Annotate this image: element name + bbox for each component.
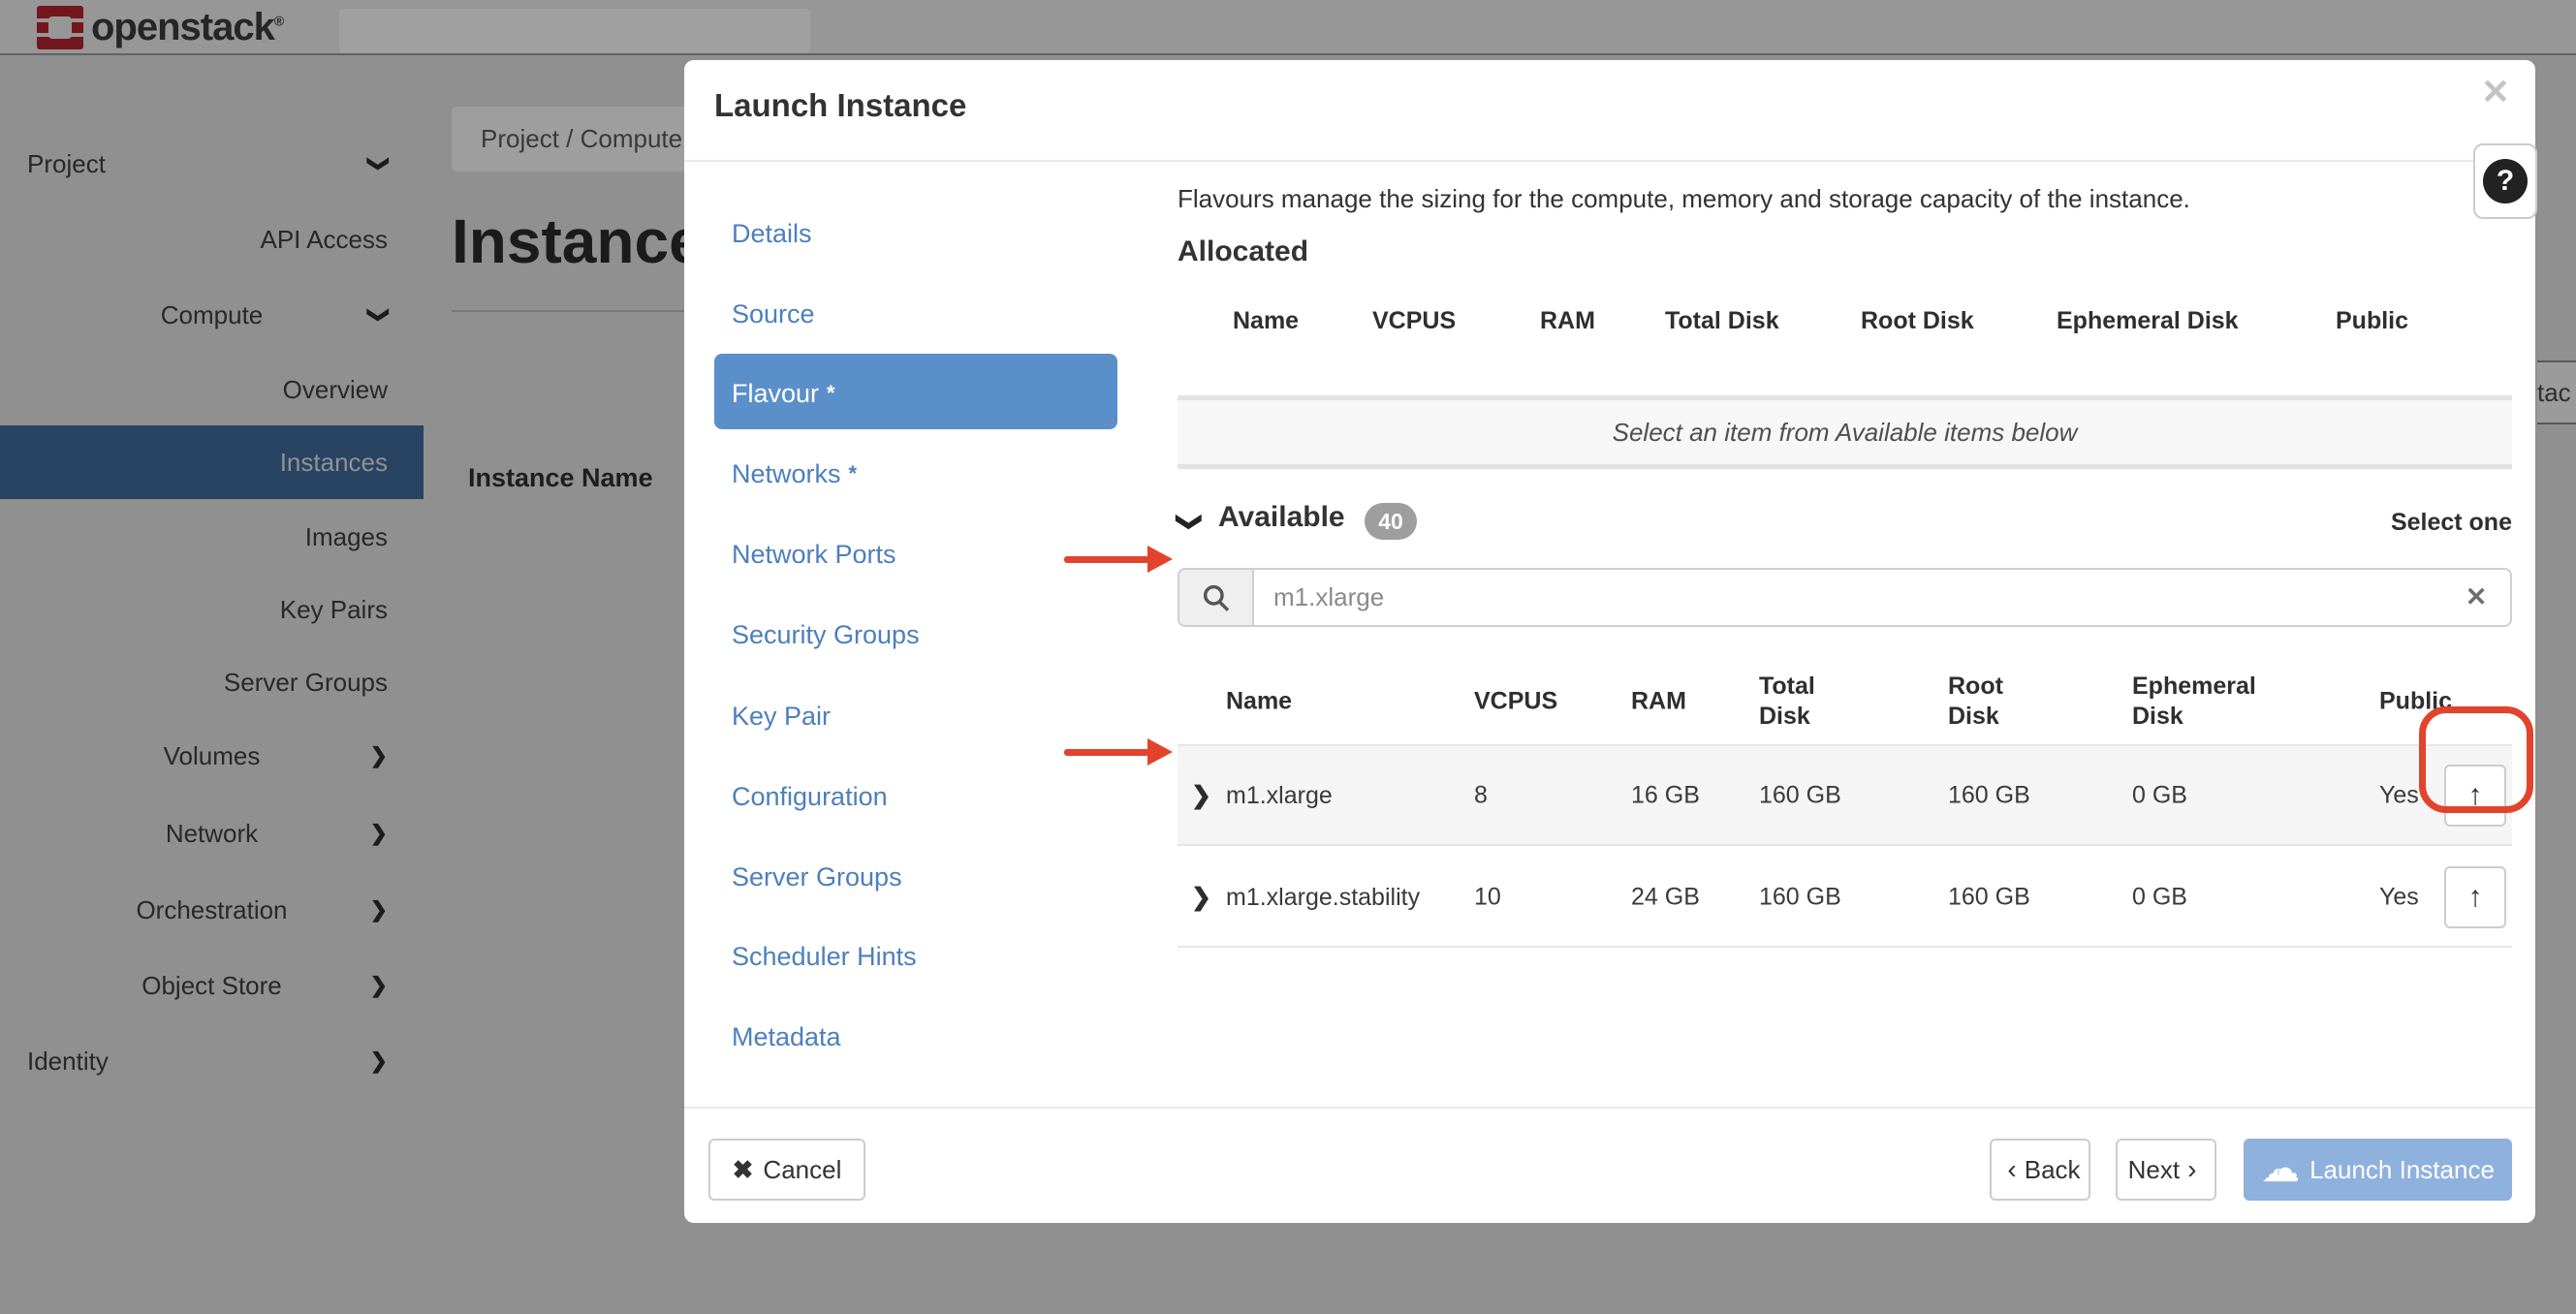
tab-scheduler-hints[interactable]: Scheduler Hints <box>732 935 917 978</box>
col-name: Name <box>1233 307 1299 335</box>
expand-row-icon[interactable]: ❯ <box>1191 883 1211 912</box>
search-icon <box>1201 582 1232 613</box>
col-ephemeral-disk: Ephemeral Disk <box>2132 672 2268 733</box>
modal-title: Launch Instance <box>714 87 966 124</box>
cloud-upload-icon: ☁ ↑ <box>2261 1150 2300 1189</box>
annotation-arrowhead-search <box>1147 546 1173 573</box>
flavour-total-disk: 160 GB <box>1759 883 1841 911</box>
flavour-public: Yes <box>2379 781 2419 809</box>
allocated-empty-message: Select an item from Available items belo… <box>1178 395 2512 469</box>
annotation-arrowhead-row <box>1147 738 1173 766</box>
search-button[interactable] <box>1179 570 1254 625</box>
flavour-ram: 24 GB <box>1631 883 1700 911</box>
tab-server-groups[interactable]: Server Groups <box>732 856 902 898</box>
tab-source[interactable]: Source <box>732 293 815 335</box>
launch-instance-button[interactable]: ☁ ↑ Launch Instance <box>2244 1139 2512 1201</box>
flavour-ram: 16 GB <box>1631 781 1700 809</box>
flavour-vcpus: 10 <box>1474 883 1501 911</box>
available-count-badge: 40 <box>1365 503 1417 540</box>
flavour-name: m1.xlarge <box>1226 777 1431 812</box>
cancel-button[interactable]: ✖ Cancel <box>708 1139 865 1201</box>
flavour-root-disk: 160 GB <box>1948 883 2030 911</box>
flavour-step-content: Flavours manage the sizing for the compu… <box>1178 160 2512 1107</box>
tab-security-groups[interactable]: Security Groups <box>732 613 920 656</box>
col-public: Public <box>2336 307 2408 335</box>
annotation-arrow-search <box>1064 556 1149 563</box>
table-row[interactable]: ❯ m1.xlarge.stability 10 24 GB 160 GB 16… <box>1178 848 2512 948</box>
flavour-total-disk: 160 GB <box>1759 781 1841 809</box>
tab-details[interactable]: Details <box>732 212 812 255</box>
next-angle-icon: › <box>2187 1154 2196 1185</box>
clear-search-icon[interactable]: ✕ <box>2442 570 2510 625</box>
back-button[interactable]: ‹ Back <box>1990 1139 2090 1201</box>
launch-instance-modal: Launch Instance ✕ ? Details Source Flavo… <box>684 60 2535 1223</box>
flavour-ephemeral-disk: 0 GB <box>2132 781 2187 809</box>
tab-flavour[interactable]: Flavour* <box>732 372 835 415</box>
collapse-chevron-icon[interactable]: ❯ <box>1175 512 1205 533</box>
modal-footer-divider <box>684 1107 2535 1109</box>
expand-row-icon[interactable]: ❯ <box>1191 781 1211 810</box>
close-icon[interactable]: ✕ <box>2481 72 2510 112</box>
col-name: Name <box>1226 686 1292 716</box>
tab-network-ports[interactable]: Network Ports <box>732 533 896 576</box>
tab-metadata[interactable]: Metadata <box>732 1016 841 1058</box>
select-hint: Select one <box>2391 509 2512 537</box>
back-angle-icon: ‹ <box>2007 1154 2016 1185</box>
screen: openstack® Project❯ API Access Compute❯ … <box>0 0 2576 1314</box>
flavour-name: m1.xlarge.stability <box>1226 879 1431 914</box>
available-table-header: Name VCPUS RAM Total Disk Root Disk Ephe… <box>1178 659 2512 744</box>
step-description: Flavours manage the sizing for the compu… <box>1178 184 2190 214</box>
allocate-flavour-button[interactable]: ↑ <box>2444 866 2506 928</box>
required-asterisk: * <box>827 381 835 406</box>
table-row[interactable]: ❯ m1.xlarge 8 16 GB 160 GB 160 GB 0 GB Y… <box>1178 746 2512 846</box>
tab-networks[interactable]: Networks* <box>732 453 857 495</box>
flavour-vcpus: 8 <box>1474 781 1488 809</box>
flavour-search-bar: ✕ <box>1178 568 2512 627</box>
annotation-arrow-row <box>1064 749 1149 756</box>
flavour-root-disk: 160 GB <box>1948 781 2030 809</box>
allocated-heading: Allocated <box>1178 235 1308 268</box>
allocated-table-header: Name VCPUS RAM Total Disk Root Disk Ephe… <box>1178 307 2512 346</box>
col-vcpus: VCPUS <box>1372 307 1456 335</box>
annotation-circle-allocate-button <box>2419 706 2533 813</box>
cancel-x-icon: ✖ <box>733 1155 754 1185</box>
up-arrow-icon: ↑ <box>2468 881 2483 914</box>
col-total-disk: Total Disk <box>1759 672 1851 733</box>
col-vcpus: VCPUS <box>1474 686 1557 716</box>
col-ram: RAM <box>1540 307 1595 335</box>
col-ephemeral-disk: Ephemeral Disk <box>2057 307 2239 335</box>
tab-key-pair[interactable]: Key Pair <box>732 695 831 737</box>
required-asterisk: * <box>849 461 858 486</box>
col-root-disk: Root Disk <box>1861 307 1974 335</box>
col-root-disk: Root Disk <box>1948 672 2040 733</box>
next-button[interactable]: Next › <box>2116 1139 2216 1201</box>
flavour-ephemeral-disk: 0 GB <box>2132 883 2187 911</box>
search-input[interactable] <box>1254 570 2442 625</box>
flavour-public: Yes <box>2379 883 2419 911</box>
tab-configuration[interactable]: Configuration <box>732 775 888 818</box>
col-ram: RAM <box>1631 686 1686 716</box>
col-total-disk: Total Disk <box>1665 307 1779 335</box>
available-heading: Available <box>1218 501 1345 534</box>
available-section-header: ❯ Available 40 Select one <box>1178 501 2512 544</box>
